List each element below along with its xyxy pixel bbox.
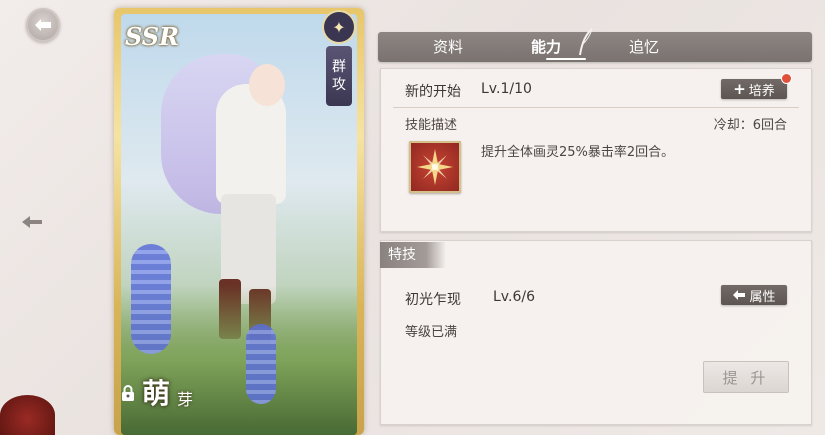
back-arrow-icon	[35, 19, 51, 31]
train-button-label: 培养	[748, 83, 775, 99]
special-skill-level: Lv.6/6	[493, 289, 535, 305]
train-button[interactable]: + 培养	[721, 79, 787, 99]
card-name: 萌	[142, 377, 171, 410]
skill-description-label: 技能描述	[405, 118, 458, 133]
wisteria-flowers-left	[131, 244, 171, 354]
attribute-button-label: 属性	[749, 289, 776, 305]
attack-type-char-2: 攻	[332, 77, 346, 93]
skill-name: 新的开始	[405, 84, 461, 100]
attribute-button[interactable]: 属性	[721, 285, 787, 305]
wisteria-flowers-right	[246, 324, 276, 404]
plus-icon: +	[733, 80, 746, 98]
tab-profile[interactable]: 资料	[408, 32, 488, 62]
rose-decoration	[0, 395, 55, 435]
lock-icon[interactable]	[118, 383, 138, 403]
card-name-sub: 芽	[177, 390, 194, 409]
character-head	[249, 64, 285, 106]
left-arrow-icon	[22, 216, 42, 228]
sparkle-burst-icon	[417, 149, 453, 185]
skill-cooldown: 冷却：6回合	[713, 118, 787, 133]
attack-type-tag: 群 攻	[326, 46, 352, 106]
skill-divider	[393, 107, 799, 108]
special-skill-status: 等级已满	[405, 325, 458, 340]
rarity-badge: SSR	[124, 21, 180, 51]
special-skill-tag: 特技	[380, 242, 446, 268]
upgrade-button[interactable]: 提 升	[703, 361, 789, 393]
skill-level: Lv.1/10	[481, 81, 532, 97]
faction-emblem-icon: ✦	[324, 12, 354, 42]
notification-dot	[782, 74, 791, 83]
tab-bar: 资料 能力 追忆	[378, 32, 812, 62]
attack-type-char-1: 群	[332, 59, 346, 75]
back-button[interactable]	[26, 8, 60, 42]
skill-panel: 新的开始 Lv.1/10 + 培养 技能描述 冷却：6回合 提升全体画灵25%暴…	[380, 68, 812, 232]
return-arrow-icon	[733, 290, 746, 300]
skill-icon	[409, 141, 461, 193]
previous-card-button[interactable]	[18, 208, 46, 236]
quill-icon	[578, 28, 594, 60]
skill-description-text: 提升全体画灵25%暴击率2回合。	[481, 145, 675, 160]
special-skill-name: 初光乍现	[405, 292, 461, 308]
tab-memory[interactable]: 追忆	[604, 32, 684, 62]
